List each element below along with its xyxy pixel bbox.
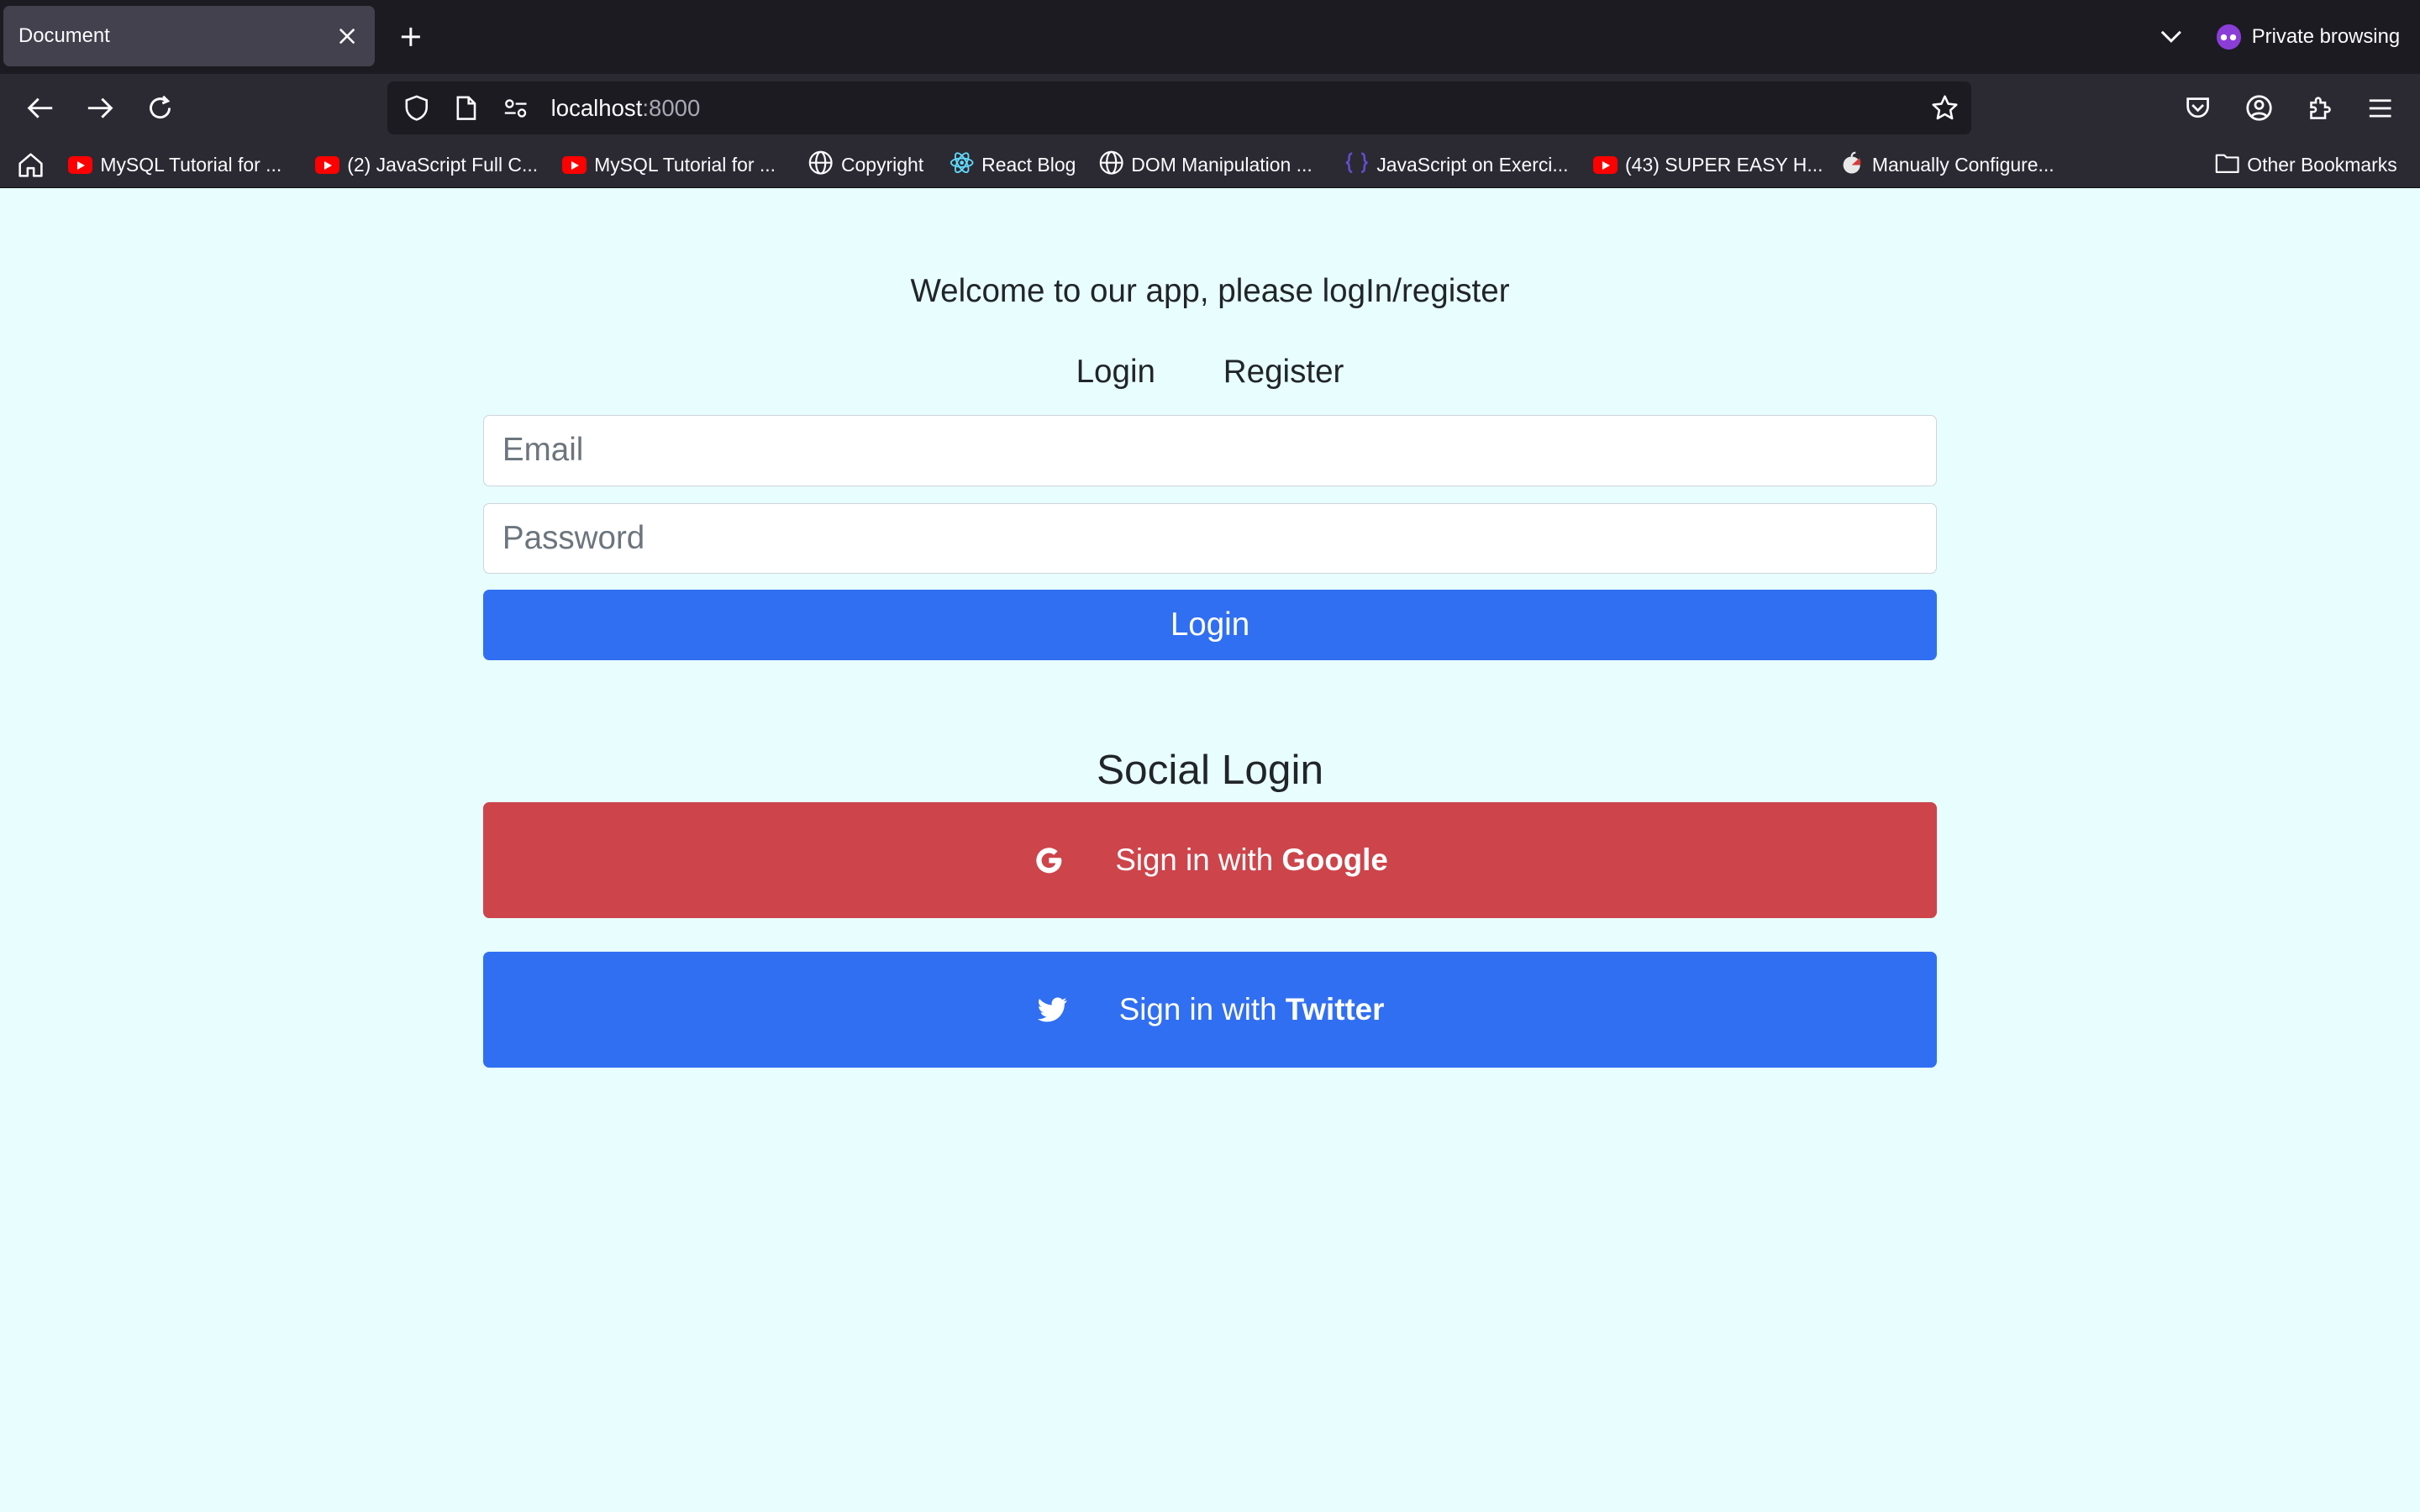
url-host: localhost (550, 94, 643, 121)
url-text[interactable]: localhost:8000 (551, 95, 701, 122)
exercism-icon (1344, 150, 1369, 180)
home-icon[interactable] (17, 151, 45, 179)
globe-icon (808, 150, 834, 180)
bookmark-label: DOM Manipulation ... (1131, 154, 1313, 176)
back-arrow-icon[interactable] (24, 91, 57, 124)
tab-login[interactable]: Login (1076, 354, 1155, 391)
forward-arrow-icon[interactable] (83, 91, 117, 124)
bookmark-item[interactable]: (2) JavaScript Full C... (314, 151, 539, 179)
youtube-icon (561, 156, 587, 174)
login-button[interactable]: Login (482, 589, 1938, 661)
welcome-heading: Welcome to our app, please logIn/registe… (910, 273, 1510, 310)
bookmark-item[interactable]: MySQL Tutorial for ... (67, 151, 282, 179)
bookmark-item[interactable]: Copyright (808, 150, 924, 180)
tab-register[interactable]: Register (1223, 354, 1344, 391)
bookmark-item[interactable]: Manually Configure... (1839, 151, 2054, 179)
google-icon (1032, 843, 1065, 877)
youtube-icon (314, 156, 340, 174)
menu-icon[interactable] (2363, 91, 2396, 124)
pocket-icon[interactable] (2181, 91, 2214, 124)
folder-icon (2215, 152, 2239, 179)
navigation-toolbar: localhost:8000 (0, 74, 2420, 142)
private-browsing-indicator: Private browsing (2216, 20, 2401, 54)
bookmark-item[interactable]: (43) SUPER EASY H... (1592, 151, 1823, 179)
bookmark-item[interactable]: JavaScript on Exerci... (1344, 151, 1569, 179)
tab-title: Document (18, 24, 110, 48)
other-bookmarks-label: Other Bookmarks (2247, 154, 2397, 176)
bookmark-star-icon[interactable] (1931, 94, 1959, 122)
google-signin-prefix: Sign in with (1115, 842, 1282, 877)
google-signin-button[interactable]: Sign in with Google (482, 802, 1938, 918)
email-input[interactable] (482, 415, 1938, 486)
youtube-icon (1592, 156, 1618, 174)
chevron-down-icon[interactable] (2156, 22, 2187, 53)
bookmark-label: (43) SUPER EASY H... (1625, 154, 1823, 176)
bookmark-label: React Blog (981, 154, 1076, 176)
bookmark-label: Copyright (840, 154, 924, 176)
page-icon[interactable] (452, 94, 480, 122)
twitter-signin-prefix: Sign in with (1118, 992, 1286, 1027)
apple-icon (1839, 150, 1864, 180)
bookmark-label: (2) JavaScript Full C... (347, 154, 539, 176)
twitter-icon (1036, 993, 1070, 1026)
reload-icon[interactable] (144, 91, 177, 124)
account-icon[interactable] (2243, 91, 2276, 124)
bookmark-label: Manually Configure... (1871, 154, 2054, 176)
password-input[interactable] (482, 502, 1938, 575)
url-port: :8000 (642, 94, 701, 121)
google-signin-label: Sign in with Google (1115, 843, 1387, 878)
bookmarks-toolbar: MySQL Tutorial for ... (2) JavaScript Fu… (0, 141, 2420, 189)
url-bar[interactable]: localhost:8000 (387, 81, 1971, 134)
new-tab-button[interactable] (395, 22, 426, 53)
other-bookmarks[interactable]: Other Bookmarks (2215, 151, 2397, 179)
twitter-brand: Twitter (1285, 992, 1385, 1027)
auth-tabs: Login Register (0, 354, 2420, 391)
google-brand: Google (1281, 842, 1388, 877)
bookmark-item[interactable]: DOM Manipulation ... (1099, 150, 1313, 180)
bookmark-item[interactable]: MySQL Tutorial for ... (561, 151, 776, 179)
private-browsing-label: Private browsing (2251, 25, 2401, 49)
twitter-signin-label: Sign in with Twitter (1119, 992, 1385, 1027)
globe-icon (1099, 150, 1123, 180)
twitter-signin-button[interactable]: Sign in with Twitter (482, 952, 1938, 1068)
bookmark-label: JavaScript on Exerci... (1376, 154, 1569, 176)
private-mask-icon (2216, 24, 2241, 50)
youtube-icon (67, 156, 93, 174)
browser-tab[interactable]: Document (3, 6, 376, 66)
social-login-heading: Social Login (1096, 746, 1324, 794)
react-icon (950, 150, 974, 180)
permissions-icon[interactable] (502, 94, 529, 122)
tab-bar: Document Private browsing (0, 0, 2420, 75)
shield-icon[interactable] (402, 94, 430, 122)
extensions-icon[interactable] (2302, 91, 2336, 124)
close-icon[interactable] (335, 24, 360, 48)
page-content: Welcome to our app, please logIn/registe… (0, 189, 2420, 1512)
bookmark-label: MySQL Tutorial for ... (100, 154, 282, 176)
bookmark-item[interactable]: React Blog (950, 151, 1076, 179)
bookmark-label: MySQL Tutorial for ... (594, 154, 776, 176)
